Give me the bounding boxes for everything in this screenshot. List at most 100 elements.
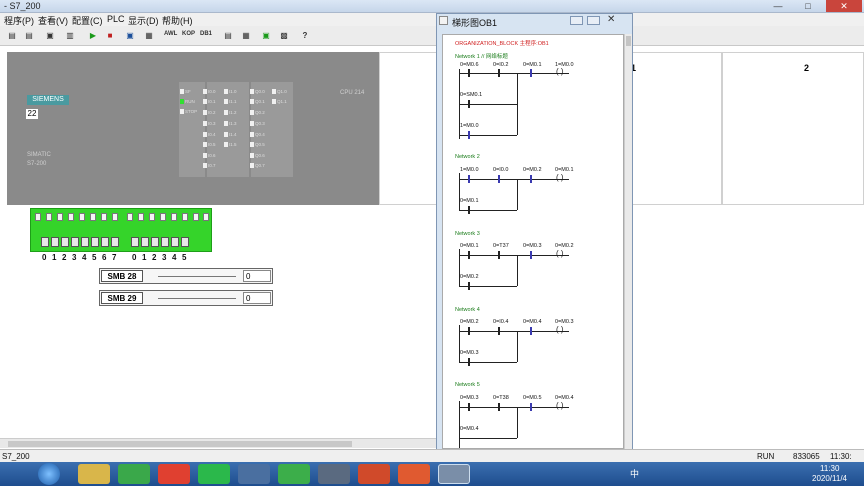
contact[interactable] bbox=[530, 327, 532, 335]
switch-lever[interactable] bbox=[81, 237, 89, 247]
open-icon[interactable]: ▤ bbox=[5, 29, 19, 43]
contact[interactable] bbox=[498, 327, 500, 335]
chrome-icon[interactable] bbox=[158, 464, 190, 484]
kop-button[interactable]: KOP bbox=[182, 31, 195, 37]
stop-icon[interactable]: ■ bbox=[103, 29, 117, 43]
switch-lever[interactable] bbox=[51, 237, 59, 247]
input-switch[interactable] bbox=[90, 213, 96, 221]
grid-icon[interactable]: ▦ bbox=[142, 29, 156, 43]
contact[interactable] bbox=[530, 251, 532, 259]
contact[interactable] bbox=[498, 69, 500, 77]
camtasia-icon[interactable] bbox=[278, 464, 310, 484]
switch-lever[interactable] bbox=[181, 237, 189, 247]
menu-plc[interactable]: PLC bbox=[107, 14, 125, 24]
contact[interactable] bbox=[468, 358, 470, 366]
contact[interactable] bbox=[530, 69, 532, 77]
input-switch[interactable] bbox=[101, 213, 107, 221]
input-led bbox=[224, 121, 228, 126]
input-switch[interactable] bbox=[127, 213, 133, 221]
coil[interactable]: ( ) bbox=[556, 173, 564, 182]
app-icon[interactable] bbox=[318, 464, 350, 484]
switch-lever[interactable] bbox=[161, 237, 169, 247]
contact[interactable] bbox=[468, 206, 470, 214]
smb29-slider-track[interactable] bbox=[158, 298, 236, 299]
run-icon[interactable]: ▶ bbox=[86, 29, 100, 43]
switch-lever[interactable] bbox=[171, 237, 179, 247]
minimize-button[interactable]: — bbox=[767, 0, 789, 12]
contact-label: 0=M0.3 bbox=[460, 350, 479, 356]
coil[interactable]: ( ) bbox=[556, 249, 564, 258]
ladder-vertical-scrollbar[interactable] bbox=[624, 34, 632, 449]
status-chart-icon[interactable]: ▤ bbox=[221, 29, 235, 43]
contact[interactable] bbox=[468, 251, 470, 259]
contact[interactable] bbox=[498, 251, 500, 259]
camtasia-recorder-icon[interactable] bbox=[398, 464, 430, 484]
app-icon[interactable] bbox=[118, 464, 150, 484]
awl-button[interactable]: AWL bbox=[164, 31, 177, 37]
switch-lever[interactable] bbox=[151, 237, 159, 247]
scroll-thumb[interactable] bbox=[8, 441, 352, 447]
powerpoint-icon[interactable] bbox=[358, 464, 390, 484]
contact[interactable] bbox=[468, 69, 470, 77]
switch-lever[interactable] bbox=[91, 237, 99, 247]
ladder-maximize-button[interactable] bbox=[587, 16, 600, 25]
status-counter: 833065 bbox=[793, 452, 820, 461]
ladder-close-button[interactable]: ✕ bbox=[607, 14, 615, 25]
switch-lever[interactable] bbox=[41, 237, 49, 247]
close-button[interactable]: ✕ bbox=[826, 0, 862, 12]
ladder-minimize-button[interactable] bbox=[570, 16, 583, 25]
switch-lever[interactable] bbox=[71, 237, 79, 247]
contact[interactable] bbox=[468, 100, 470, 108]
switch-lever[interactable] bbox=[141, 237, 149, 247]
switch-lever[interactable] bbox=[131, 237, 139, 247]
maximize-button[interactable]: □ bbox=[797, 0, 819, 12]
input-switch[interactable] bbox=[68, 213, 74, 221]
clock-date: 2020/11/4 bbox=[812, 474, 847, 483]
coil[interactable]: ( ) bbox=[556, 401, 564, 410]
input-switch[interactable] bbox=[193, 213, 199, 221]
tsim-icon[interactable]: ▣ bbox=[259, 29, 273, 43]
s7-simulator-icon[interactable] bbox=[438, 464, 470, 484]
scroll-thumb[interactable] bbox=[626, 36, 631, 46]
coil[interactable]: ( ) bbox=[556, 325, 564, 334]
switch-lever[interactable] bbox=[61, 237, 69, 247]
coil[interactable]: ( ) bbox=[556, 67, 564, 76]
input-switch[interactable] bbox=[160, 213, 166, 221]
switch-lever[interactable] bbox=[111, 237, 119, 247]
contact[interactable] bbox=[498, 175, 500, 183]
smb28-slider-track[interactable] bbox=[158, 276, 236, 277]
input-switch[interactable] bbox=[138, 213, 144, 221]
ime-indicator[interactable]: 中 bbox=[630, 467, 639, 480]
input-switch[interactable] bbox=[182, 213, 188, 221]
switch-lever[interactable] bbox=[101, 237, 109, 247]
contact[interactable] bbox=[498, 403, 500, 411]
start-button[interactable] bbox=[38, 463, 60, 485]
input-switch[interactable] bbox=[171, 213, 177, 221]
input-switch[interactable] bbox=[203, 213, 209, 221]
input-switch[interactable] bbox=[79, 213, 85, 221]
contact[interactable] bbox=[468, 282, 470, 290]
contact[interactable] bbox=[468, 175, 470, 183]
input-switch[interactable] bbox=[46, 213, 52, 221]
db1-button[interactable]: DB1 bbox=[200, 31, 212, 37]
input-switch[interactable] bbox=[112, 213, 118, 221]
contact[interactable] bbox=[468, 327, 470, 335]
input-switch[interactable] bbox=[57, 213, 63, 221]
save-icon[interactable]: ▤ bbox=[22, 29, 36, 43]
input-switch[interactable] bbox=[35, 213, 41, 221]
table-icon[interactable]: ▦ bbox=[239, 29, 253, 43]
explorer-icon[interactable] bbox=[78, 464, 110, 484]
download-icon[interactable]: ▥ bbox=[63, 29, 77, 43]
horizontal-scrollbar[interactable] bbox=[0, 438, 436, 448]
tools-icon[interactable]: ▩ bbox=[277, 29, 291, 43]
input-switch[interactable] bbox=[149, 213, 155, 221]
contact[interactable] bbox=[468, 131, 470, 139]
wechat-icon[interactable] bbox=[198, 464, 230, 484]
contact[interactable] bbox=[530, 175, 532, 183]
help-icon[interactable]: ? bbox=[298, 29, 312, 43]
print-icon[interactable]: ▣ bbox=[43, 29, 57, 43]
contact[interactable] bbox=[530, 403, 532, 411]
contact[interactable] bbox=[468, 403, 470, 411]
app-icon[interactable] bbox=[238, 464, 270, 484]
monitor-icon[interactable]: ▣ bbox=[123, 29, 137, 43]
